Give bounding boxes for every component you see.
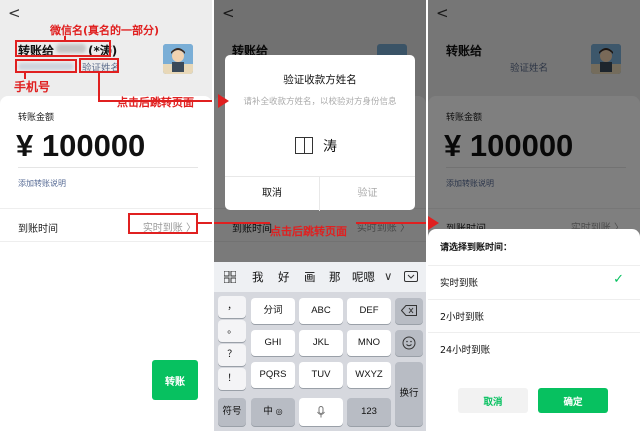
- avatar: [163, 44, 193, 74]
- arrival-time-row[interactable]: 到账时间 实时到账 〉: [0, 208, 212, 242]
- key-def[interactable]: DEF: [347, 298, 391, 324]
- key-tuv[interactable]: TUV: [299, 362, 343, 388]
- dialog-verify-button[interactable]: 验证: [320, 177, 415, 211]
- punctuation-exclaim-key[interactable]: ！: [218, 368, 246, 390]
- key-ghi[interactable]: GHI: [251, 330, 295, 356]
- annotation-connector: [214, 222, 270, 224]
- microphone-icon: [317, 406, 325, 418]
- sheet-confirm-button[interactable]: 确定: [538, 388, 608, 413]
- keyboard: 我 好 画 那 呢嗯 ∨ ， 。 ？ ！ 分词 ABC DEF GHI JKL …: [214, 262, 426, 431]
- transfer-to-label: 转账给: [18, 44, 55, 58]
- annotation-pointer: [64, 36, 66, 41]
- annotation-pointer: [24, 73, 26, 79]
- candidate-word[interactable]: 呢嗯: [352, 269, 375, 285]
- keyboard-collapse-icon[interactable]: [404, 271, 418, 282]
- chinese-mode-key[interactable]: 中 ◎: [251, 398, 295, 426]
- candidate-bar: 我 好 画 那 呢嗯 ∨: [214, 262, 426, 292]
- punctuation-question-key[interactable]: ？: [218, 344, 246, 366]
- amount-underline: [18, 167, 198, 168]
- back-chevron-icon[interactable]: <: [8, 4, 21, 22]
- key-pqrs[interactable]: PQRS: [251, 362, 295, 388]
- key-abc[interactable]: ABC: [299, 298, 343, 324]
- candidate-word[interactable]: 画: [304, 269, 316, 285]
- amount-label: 转账金额: [18, 113, 55, 123]
- backspace-icon[interactable]: [395, 298, 423, 324]
- input-box-icon: [295, 137, 313, 154]
- dialog-cancel-button[interactable]: 取消: [225, 177, 320, 211]
- blurred-phone-number: [18, 63, 74, 70]
- key-jkl[interactable]: JKL: [299, 330, 343, 356]
- enter-key[interactable]: 换行: [395, 362, 423, 426]
- annotation-connector: [356, 222, 426, 224]
- key-fenci[interactable]: 分词: [251, 298, 295, 324]
- name-input-field[interactable]: 涛: [255, 133, 385, 159]
- transfer-button[interactable]: 转账: [152, 360, 198, 400]
- option-label: 24小时到账: [440, 345, 491, 356]
- grid-icon[interactable]: [224, 271, 236, 283]
- arrival-time-screen: < 转账给 验证姓名 转账金额 ¥ 100000 添加转账说明 到账时间 实时到…: [428, 0, 640, 431]
- smiley-icon[interactable]: [395, 330, 423, 356]
- sheet-cancel-button[interactable]: 取消: [458, 388, 528, 413]
- annotation-jump-1: 点击后跳转页面: [117, 96, 194, 109]
- annotation-jump-2: 点击后跳转页面: [270, 225, 347, 238]
- sheet-title: 请选择到账时间：: [440, 243, 513, 253]
- blurred-name: [56, 44, 86, 53]
- space-key[interactable]: [299, 398, 343, 426]
- verify-name-screen: < 转账给 转账金额 ¥ 100000 到账时间 实时到账 〉 验证收款方姓名 …: [214, 0, 426, 431]
- candidate-word[interactable]: 好: [278, 269, 290, 285]
- dialog-title: 验证收款方姓名: [283, 74, 357, 86]
- option-label: 实时到账: [440, 278, 479, 289]
- smiley-glyph: [402, 336, 416, 350]
- entered-character: 涛: [323, 139, 337, 155]
- punctuation-period-key[interactable]: 。: [218, 320, 246, 342]
- symbols-key[interactable]: 符号: [218, 398, 246, 426]
- punctuation-comma-key[interactable]: ，: [218, 296, 246, 318]
- annotation-arrowhead: [428, 216, 439, 230]
- sheet-option[interactable]: 24小时到账: [428, 332, 640, 364]
- payee-name-suffix: (*涛): [88, 44, 118, 58]
- candidate-word[interactable]: 那: [329, 269, 341, 285]
- globe-icon: ◎: [275, 407, 283, 416]
- add-note-link[interactable]: 添加转账说明: [18, 178, 66, 189]
- dialog-description: 请补全收款方姓名，以校验对方身份信息: [243, 97, 397, 107]
- sheet-option[interactable]: 实时到账 ✓: [428, 265, 640, 297]
- backspace-glyph: [400, 305, 417, 316]
- chinese-mode-label: 中: [263, 406, 273, 417]
- digits-key[interactable]: 123: [347, 398, 391, 426]
- key-wxyz[interactable]: WXYZ: [347, 362, 391, 388]
- amount-value[interactable]: ¥ 100000: [16, 128, 145, 164]
- key-mno[interactable]: MNO: [347, 330, 391, 356]
- annotation-connector: [198, 222, 212, 224]
- annotation-phone: 手机号: [14, 80, 51, 94]
- sheet-option[interactable]: 2小时到账: [428, 299, 640, 331]
- avatar-illustration: [163, 44, 193, 74]
- arrival-time-label: 到账时间: [18, 224, 58, 235]
- transfer-screen: < 转账给 (*涛) 验证姓名 转账金额 ¥ 100000 添加转账说明 到账时…: [0, 0, 212, 431]
- arrival-time-value[interactable]: 实时到账 〉: [143, 219, 196, 234]
- arrival-time-sheet: 请选择到账时间： 实时到账 ✓ 2小时到账 24小时到账 取消 确定: [428, 229, 640, 431]
- verify-name-dialog: 验证收款方姓名 请补全收款方姓名，以校验对方身份信息 涛 取消 验证: [225, 55, 415, 211]
- candidate-word[interactable]: 我: [252, 269, 264, 285]
- verify-name-link[interactable]: 验证姓名: [82, 60, 120, 74]
- chevron-down-icon[interactable]: ∨: [384, 269, 392, 283]
- annotation-arrowhead: [218, 94, 229, 108]
- checkmark-icon: ✓: [613, 272, 624, 287]
- amount-card: 转账金额 ¥ 100000 添加转账说明 到账时间 实时到账 〉 转账: [0, 96, 212, 431]
- dialog-buttons: 取消 验证: [225, 176, 415, 211]
- annotation-connector: [98, 73, 100, 101]
- annotation-wechat-name: 微信名(真名的一部分): [50, 24, 160, 37]
- option-label: 2小时到账: [440, 312, 485, 323]
